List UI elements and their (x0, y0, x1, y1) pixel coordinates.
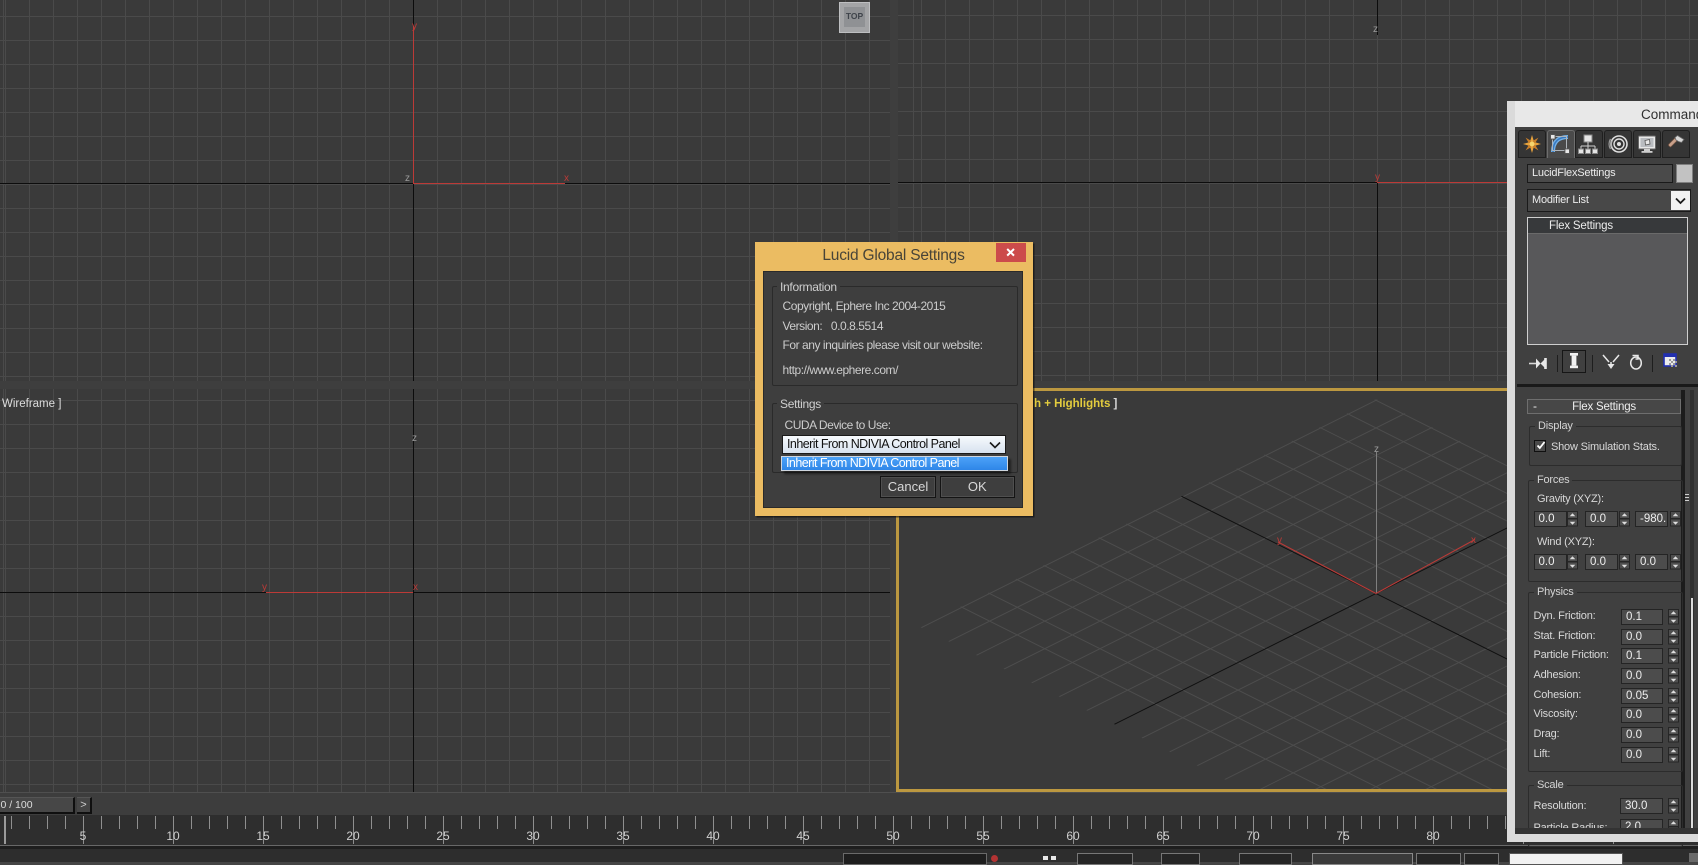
svg-text:z: z (1373, 24, 1378, 35)
svg-text:y: y (412, 21, 417, 32)
svg-text:y: y (262, 582, 267, 593)
svg-text:x: x (413, 582, 418, 593)
svg-text:z: z (405, 173, 410, 184)
svg-text:y: y (1375, 172, 1380, 183)
svg-text:z: z (1374, 444, 1379, 455)
svg-text:x: x (1471, 535, 1476, 546)
svg-text:x: x (564, 173, 569, 184)
svg-text:y: y (1277, 535, 1282, 546)
svg-text:z: z (412, 433, 417, 444)
